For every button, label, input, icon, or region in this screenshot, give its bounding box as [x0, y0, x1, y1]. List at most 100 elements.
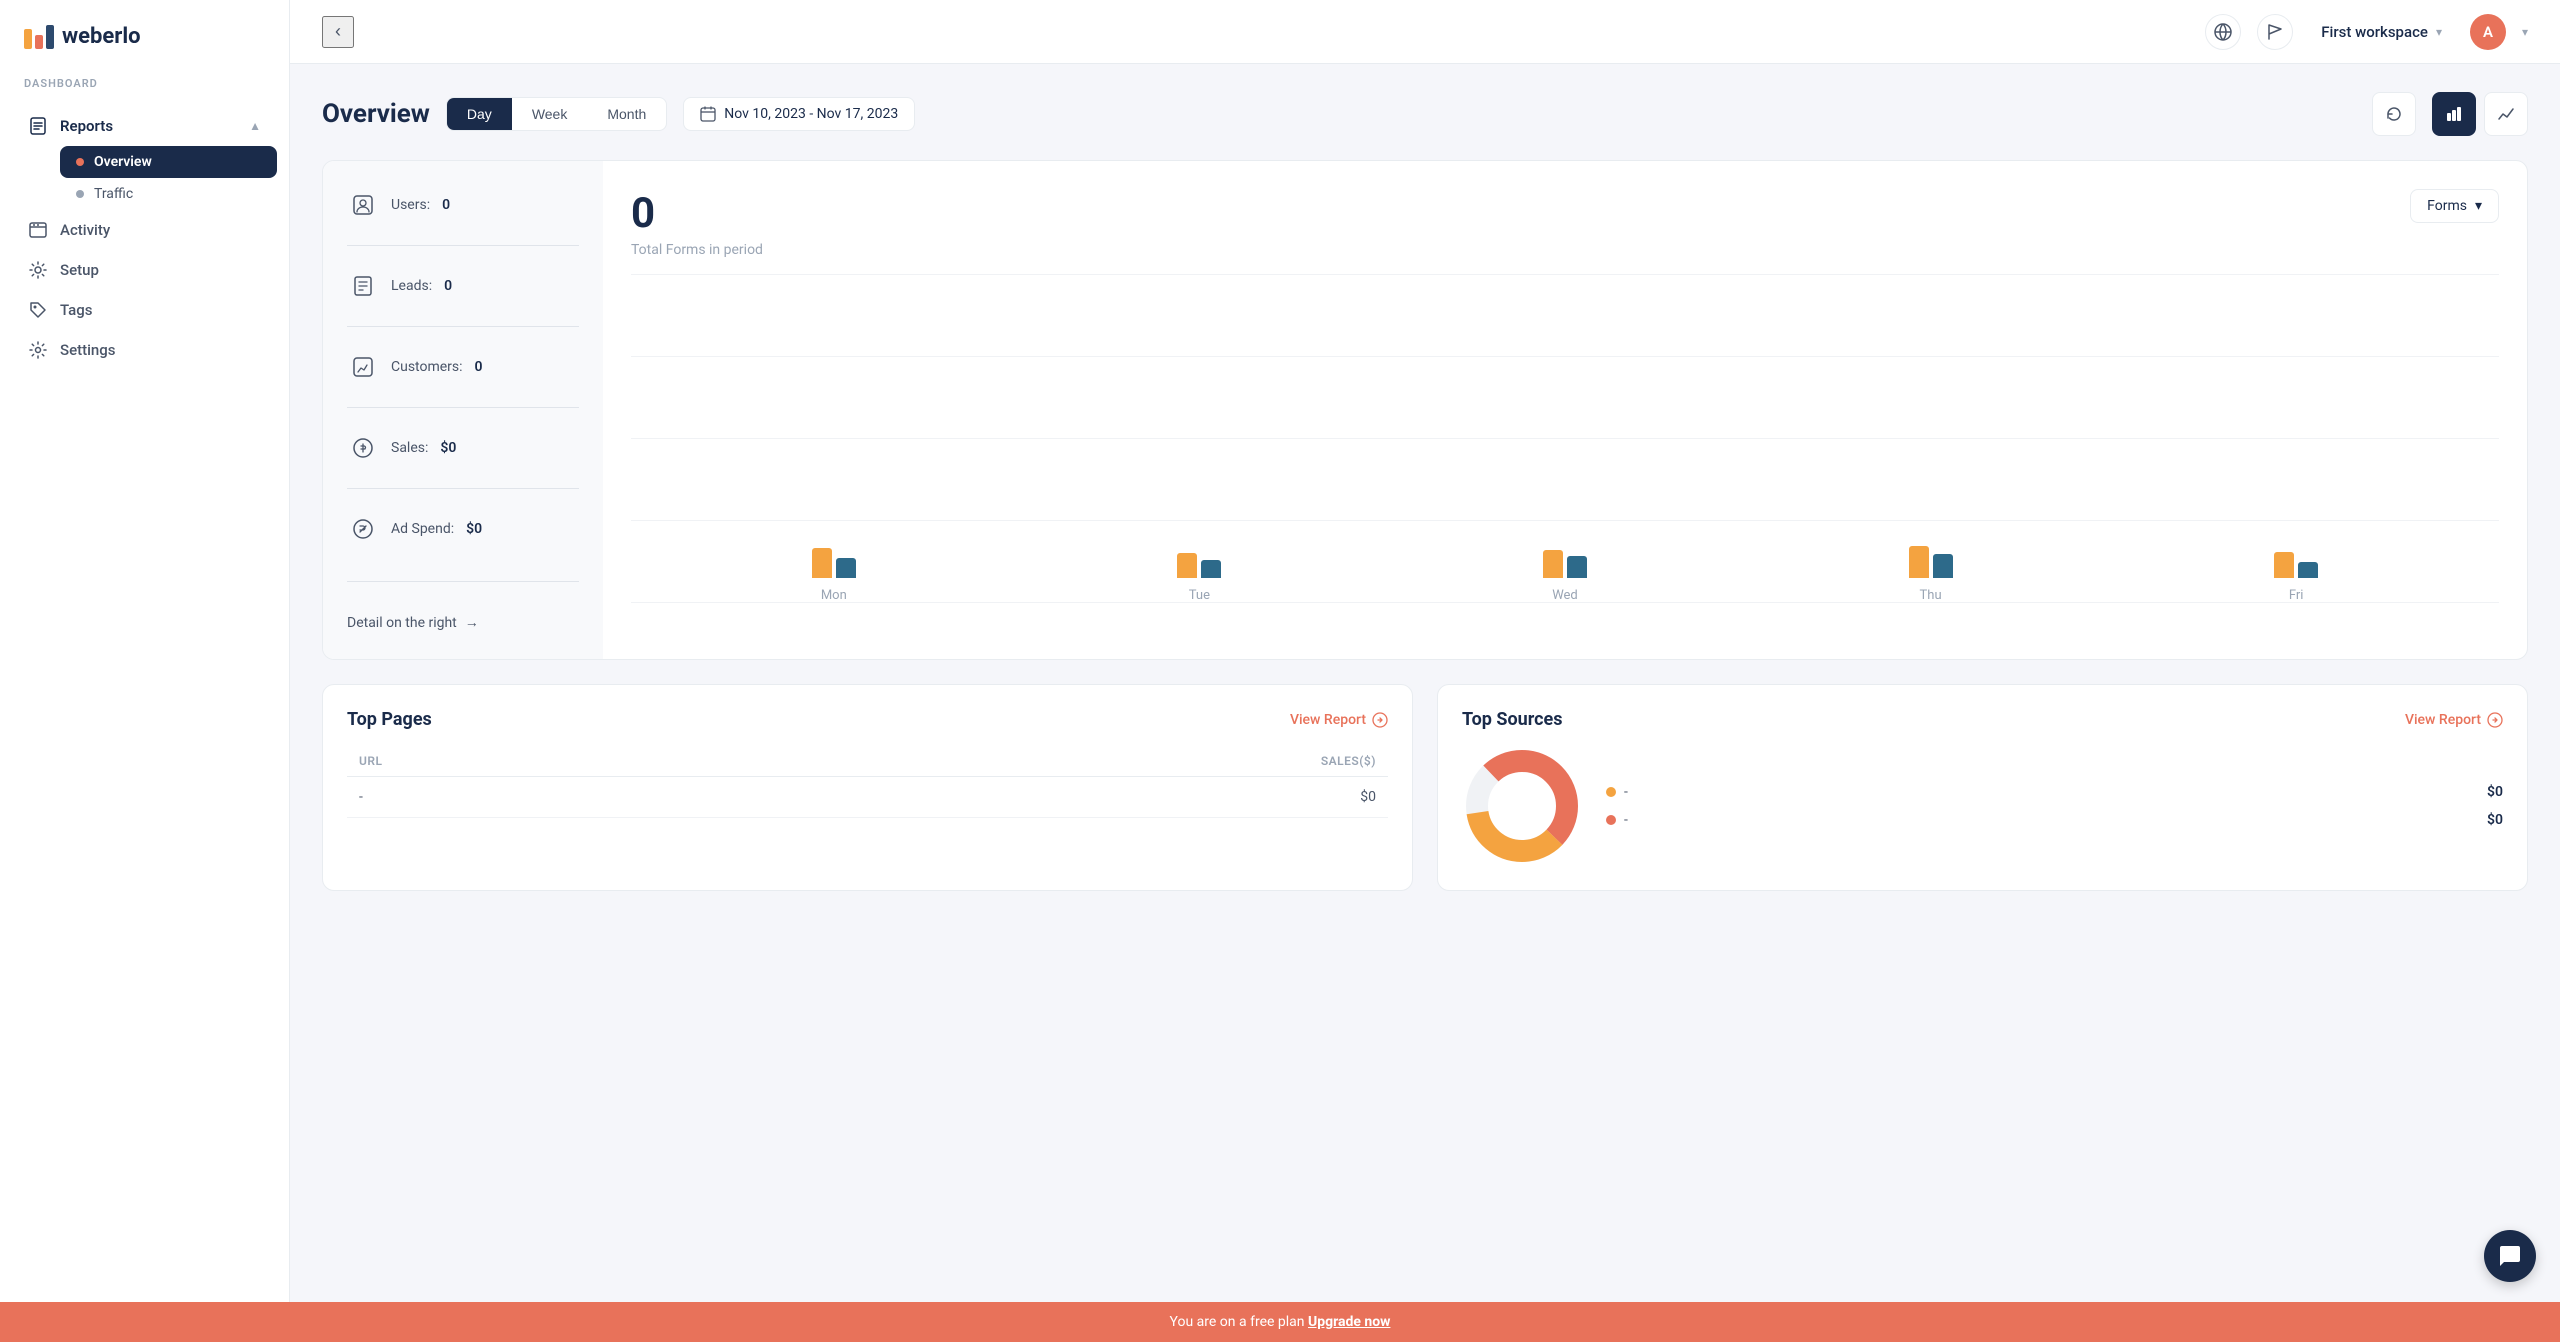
legend-dot-1 — [1606, 787, 1616, 797]
upgrade-link[interactable]: Upgrade now — [1308, 1314, 1390, 1330]
leads-label: Leads: — [391, 278, 432, 294]
topbar: ‹ First workspace ▾ A ▾ — [290, 0, 2560, 64]
workspace-chevron-icon: ▾ — [2436, 25, 2442, 39]
logo-text: weberlo — [62, 24, 141, 49]
sidebar-item-reports-label: Reports — [60, 117, 113, 135]
sales-label: Sales: — [391, 440, 428, 456]
bar-teal-wed — [1567, 556, 1587, 578]
line-chart-button[interactable] — [2484, 92, 2528, 136]
chart-type-buttons — [2432, 92, 2528, 136]
chevron-up-icon: ▲ — [249, 119, 261, 133]
stat-sales: Sales: $0 — [347, 432, 579, 464]
top-pages-view-report[interactable]: View Report — [1290, 712, 1388, 728]
calendar-icon — [700, 106, 716, 122]
stats-panel: Users: 0 Leads: — [323, 161, 603, 659]
workspace-selector[interactable]: First workspace ▾ — [2309, 17, 2454, 47]
customers-value: 0 — [475, 359, 483, 375]
tags-icon — [28, 300, 48, 320]
legend-item-2: - $0 — [1606, 812, 2503, 828]
top-pages-title: Top Pages — [347, 709, 432, 730]
bar-yellow-tue — [1177, 553, 1197, 578]
chart-day-mon: Mon — [812, 548, 856, 603]
chart-day-label-tue: Tue — [1189, 588, 1210, 603]
refresh-button[interactable] — [2372, 92, 2416, 136]
sidebar-item-settings-label: Settings — [60, 341, 116, 359]
chart-panel: 0 Total Forms in period Forms ▾ — [603, 161, 2527, 659]
top-pages-view-report-label: View Report — [1290, 712, 1366, 728]
banner-text: You are on a free plan — [1170, 1314, 1305, 1330]
sidebar-item-overview[interactable]: Overview — [60, 146, 277, 178]
chart-bars — [2274, 552, 2318, 578]
users-icon — [347, 189, 379, 221]
tab-month[interactable]: Month — [587, 98, 666, 130]
stat-leads: Leads: 0 — [347, 270, 579, 302]
sidebar-item-activity[interactable]: Activity — [12, 210, 277, 250]
top-sources-header: Top Sources View Report — [1462, 709, 2503, 730]
inactive-dot — [76, 190, 84, 198]
top-sources-title: Top Sources — [1462, 709, 1563, 730]
bar-chart-button[interactable] — [2432, 92, 2476, 136]
section-label: DASHBOARD — [0, 69, 289, 98]
legend-value-1: $0 — [2487, 784, 2503, 800]
sidebar-item-setup[interactable]: Setup — [12, 250, 277, 290]
chat-icon — [2498, 1244, 2522, 1268]
sidebar-item-settings[interactable]: Settings — [12, 330, 277, 370]
sidebar-item-activity-label: Activity — [60, 221, 110, 239]
sidebar-item-tags-label: Tags — [60, 301, 92, 319]
row-url: - — [347, 777, 737, 818]
sources-legend: - $0 - $0 — [1606, 784, 2503, 828]
chart-total: 0 — [631, 189, 763, 238]
sidebar-item-reports[interactable]: Reports ▲ — [12, 106, 277, 146]
leads-icon — [347, 270, 379, 302]
row-sales: $0 — [737, 777, 1388, 818]
sidebar-item-traffic[interactable]: Traffic — [60, 178, 277, 210]
main-content: ‹ First workspace ▾ A ▾ — [290, 0, 2560, 1342]
sidebar-item-overview-label: Overview — [94, 154, 152, 170]
tab-week[interactable]: Week — [512, 98, 588, 130]
tab-day[interactable]: Day — [447, 98, 512, 130]
back-button[interactable]: ‹ — [322, 16, 354, 48]
chat-button[interactable] — [2484, 1230, 2536, 1282]
sidebar-item-setup-label: Setup — [60, 261, 99, 279]
chart-bars — [1543, 550, 1587, 578]
donut-chart — [1462, 746, 1582, 866]
top-sources-view-report[interactable]: View Report — [2405, 712, 2503, 728]
globe-button[interactable] — [2205, 14, 2241, 50]
active-dot — [76, 158, 84, 166]
sidebar-item-traffic-label: Traffic — [94, 186, 133, 202]
bar-teal-fri — [2298, 562, 2318, 578]
bar-yellow-mon — [812, 548, 832, 578]
detail-link[interactable]: Detail on the right → — [347, 614, 579, 631]
users-value: 0 — [442, 197, 450, 213]
bar-yellow-thu — [1909, 546, 1929, 578]
circle-arrow-icon — [1372, 712, 1388, 728]
sidebar-item-tags[interactable]: Tags — [12, 290, 277, 330]
bar-teal-mon — [836, 558, 856, 578]
sidebar-nav: Reports ▲ Overview Traffic — [0, 98, 289, 378]
detail-link-text: Detail on the right — [347, 615, 457, 631]
top-pages-table: URL Sales($) - $0 — [347, 746, 1388, 818]
logo-bar-1 — [24, 29, 32, 49]
bar-teal-thu — [1933, 554, 1953, 578]
col-url: URL — [347, 746, 737, 777]
overview-title: Overview — [322, 99, 430, 129]
flag-button[interactable] — [2257, 14, 2293, 50]
setup-icon — [28, 260, 48, 280]
forms-dropdown[interactable]: Forms ▾ — [2410, 189, 2499, 223]
customers-icon — [347, 351, 379, 383]
chart-day-label-wed: Wed — [1552, 588, 1578, 603]
chart-day-label-thu: Thu — [1920, 588, 1942, 603]
chart-bars-container: Mon Tue — [631, 274, 2499, 603]
stat-ad-spend: Ad Spend: $0 — [347, 513, 579, 545]
chart-day-thu: Thu — [1909, 546, 1953, 603]
arrow-right-icon: → — [465, 614, 479, 631]
sales-icon — [347, 432, 379, 464]
sub-nav: Overview Traffic — [12, 146, 277, 210]
avatar[interactable]: A — [2470, 14, 2506, 50]
bar-yellow-wed — [1543, 550, 1563, 578]
chart-header: 0 Total Forms in period Forms ▾ — [631, 189, 2499, 258]
top-sources-card: Top Sources View Report — [1437, 684, 2528, 891]
chart-day-tue: Tue — [1177, 553, 1221, 603]
date-picker[interactable]: Nov 10, 2023 - Nov 17, 2023 — [683, 97, 915, 131]
forms-chevron-icon: ▾ — [2475, 198, 2482, 214]
